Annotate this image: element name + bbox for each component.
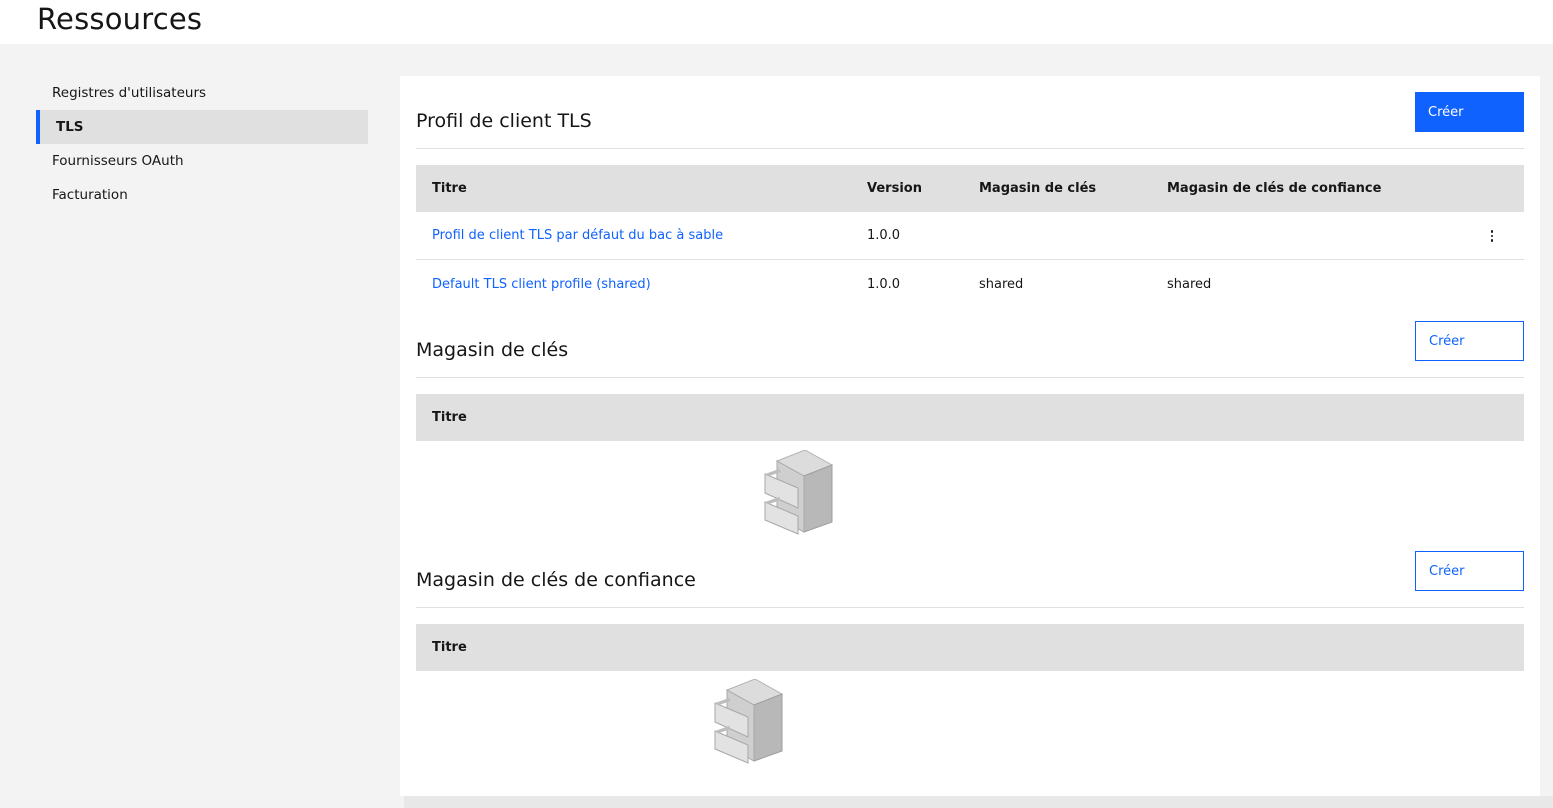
create-tls-client-profile-button[interactable]: Créer — [1415, 92, 1524, 132]
tls-client-profile-section: Profil de client TLS Créer Titre Version… — [416, 76, 1524, 308]
profile-version: 1.0.0 — [867, 276, 901, 292]
table-header: Titre — [416, 624, 1524, 671]
overflow-menu-vertical-icon[interactable] — [1486, 226, 1498, 246]
page-title: Ressources — [37, 2, 203, 36]
sidebar-nav: Registres d'utilisateurs TLS Fournisseur… — [36, 76, 368, 212]
page-header: Ressources — [0, 0, 1553, 44]
sidebar-item-billing[interactable]: Facturation — [36, 178, 368, 212]
section-title: Magasin de clés — [416, 339, 569, 361]
create-truststore-button[interactable]: Créer — [1415, 551, 1524, 591]
profile-title-link[interactable]: Default TLS client profile (shared) — [432, 277, 651, 292]
filing-cabinet-icon — [764, 450, 833, 535]
section-header: Magasin de clés Créer — [416, 305, 1524, 378]
column-header-title[interactable]: Titre — [416, 181, 867, 196]
profile-title-link[interactable]: Profil de client TLS par défaut du bac à… — [432, 228, 723, 243]
sidebar-item-user-registries[interactable]: Registres d'utilisateurs — [36, 76, 368, 110]
tls-client-profile-table: Titre Version Magasin de clés Magasin de… — [416, 165, 1524, 308]
sidebar-item-tls[interactable]: TLS — [36, 110, 368, 144]
column-header-title[interactable]: Titre — [416, 410, 867, 425]
table-row: Profil de client TLS par défaut du bac à… — [416, 212, 1524, 260]
truststore-section: Magasin de clés de confiance Créer Titre — [416, 535, 1524, 764]
section-title: Profil de client TLS — [416, 110, 592, 132]
table-row: Default TLS client profile (shared) 1.0.… — [416, 260, 1524, 308]
keystore-table: Titre — [416, 394, 1524, 441]
section-header: Profil de client TLS Créer — [416, 76, 1524, 149]
profile-version: 1.0.0 — [867, 228, 901, 243]
filing-cabinet-icon — [714, 679, 783, 764]
profile-truststore: shared — [1167, 276, 1212, 292]
table-header: Titre Version Magasin de clés Magasin de… — [416, 165, 1524, 212]
keystore-section: Magasin de clés Créer Titre — [416, 305, 1524, 535]
column-header-truststore[interactable]: Magasin de clés de confiance — [1167, 181, 1467, 196]
column-header-title[interactable]: Titre — [416, 640, 867, 655]
column-header-keystore[interactable]: Magasin de clés — [979, 181, 1167, 196]
sidebar-item-oauth-providers[interactable]: Fournisseurs OAuth — [36, 144, 368, 178]
profile-keystore: shared — [979, 276, 1024, 292]
create-keystore-button[interactable]: Créer — [1415, 321, 1524, 361]
section-title: Magasin de clés de confiance — [416, 569, 696, 591]
panel-footer-strip — [404, 796, 1553, 808]
column-header-version[interactable]: Version — [867, 181, 979, 196]
section-header: Magasin de clés de confiance Créer — [416, 535, 1524, 608]
truststore-table: Titre — [416, 624, 1524, 671]
tls-resources-panel: Profil de client TLS Créer Titre Version… — [400, 76, 1540, 796]
table-header: Titre — [416, 394, 1524, 441]
